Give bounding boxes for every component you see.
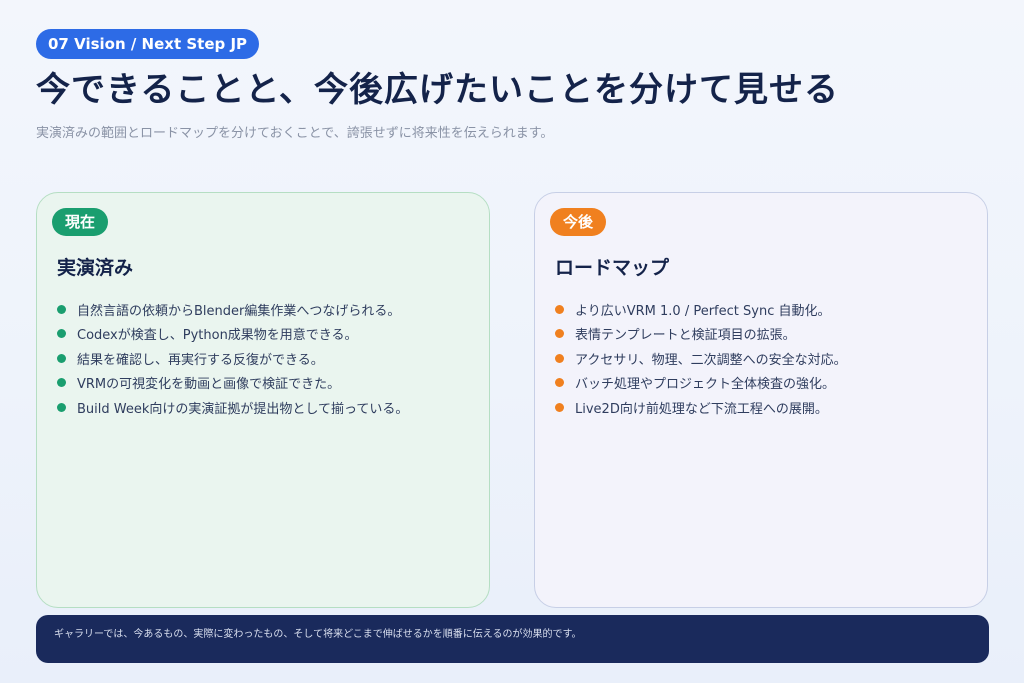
current-list: 自然言語の依頼からBlender編集作業へつなげられる。 Codexが検査し、P… bbox=[57, 297, 473, 420]
list-item-text: Live2D向け前処理など下流工程への展開。 bbox=[575, 401, 828, 417]
list-item: Build Week向けの実演証拠が提出物として揃っている。 bbox=[57, 395, 473, 420]
list-item-text: Build Week向けの実演証拠が提出物として揃っている。 bbox=[77, 401, 409, 417]
bullet-dot-icon bbox=[57, 329, 66, 339]
roadmap-heading: ロードマップ bbox=[555, 257, 670, 279]
bullet-dot-icon bbox=[57, 402, 66, 412]
list-item: 結果を確認し、再実行する反復ができる。 bbox=[57, 346, 473, 371]
list-item: Live2D向け前処理など下流工程への展開。 bbox=[555, 395, 971, 420]
list-item-text: アクセサリ、物理、二次調整への安全な対応。 bbox=[575, 352, 847, 368]
list-item-text: VRMの可視変化を動画と画像で検証できた。 bbox=[77, 377, 341, 393]
list-item-text: 結果を確認し、再実行する反復ができる。 bbox=[77, 352, 324, 368]
list-item: VRMの可視変化を動画と画像で検証できた。 bbox=[57, 371, 473, 396]
footer-note: ギャラリーでは、今あるもの、実際に変わったもの、そして将来どこまで伸ばせるかを順… bbox=[36, 615, 989, 663]
list-item: より広いVRM 1.0 / Perfect Sync 自動化。 bbox=[555, 297, 971, 322]
roadmap-list: より広いVRM 1.0 / Perfect Sync 自動化。 表情テンプレート… bbox=[555, 297, 971, 420]
bullet-dot-icon bbox=[555, 402, 564, 412]
footer-text: ギャラリーでは、今あるもの、実際に変わったもの、そして将来どこまで伸ばせるかを順… bbox=[54, 629, 582, 640]
page-subtitle: 実演済みの範囲とロードマップを分けておくことで、誇張せずに将来性を伝えられます。 bbox=[36, 126, 554, 141]
bullet-dot-icon bbox=[555, 378, 564, 388]
list-item: Codexが検査し、Python成果物を用意できる。 bbox=[57, 322, 473, 347]
list-item-text: より広いVRM 1.0 / Perfect Sync 自動化。 bbox=[575, 303, 831, 319]
list-item-text: バッチ処理やプロジェクト全体検査の強化。 bbox=[575, 377, 836, 393]
section-badge: 07 Vision / Next Step JP bbox=[36, 29, 260, 59]
list-item: 表情テンプレートと検証項目の拡張。 bbox=[555, 322, 971, 347]
bullet-dot-icon bbox=[555, 304, 564, 314]
list-item: 自然言語の依頼からBlender編集作業へつなげられる。 bbox=[57, 297, 473, 322]
current-card: 現在 実演済み 自然言語の依頼からBlender編集作業へつなげられる。 Cod… bbox=[36, 192, 490, 608]
bullet-dot-icon bbox=[57, 304, 66, 314]
list-item-text: Codexが検査し、Python成果物を用意できる。 bbox=[77, 328, 358, 344]
page-title: 今できることと、今後広げたいことを分けて見せる bbox=[36, 70, 839, 110]
bullet-dot-icon bbox=[57, 378, 66, 388]
bullet-dot-icon bbox=[555, 353, 564, 363]
list-item: アクセサリ、物理、二次調整への安全な対応。 bbox=[555, 346, 971, 371]
list-item-text: 表情テンプレートと検証項目の拡張。 bbox=[575, 328, 796, 344]
future-tag: 今後 bbox=[550, 208, 607, 236]
list-item: バッチ処理やプロジェクト全体検査の強化。 bbox=[555, 371, 971, 396]
roadmap-card: 今後 ロードマップ より広いVRM 1.0 / Perfect Sync 自動化… bbox=[534, 192, 988, 608]
list-item-text: 自然言語の依頼からBlender編集作業へつなげられる。 bbox=[77, 303, 401, 319]
bullet-dot-icon bbox=[57, 353, 66, 363]
bullet-dot-icon bbox=[555, 329, 564, 339]
current-heading: 実演済み bbox=[57, 257, 134, 279]
current-tag: 現在 bbox=[52, 208, 109, 236]
